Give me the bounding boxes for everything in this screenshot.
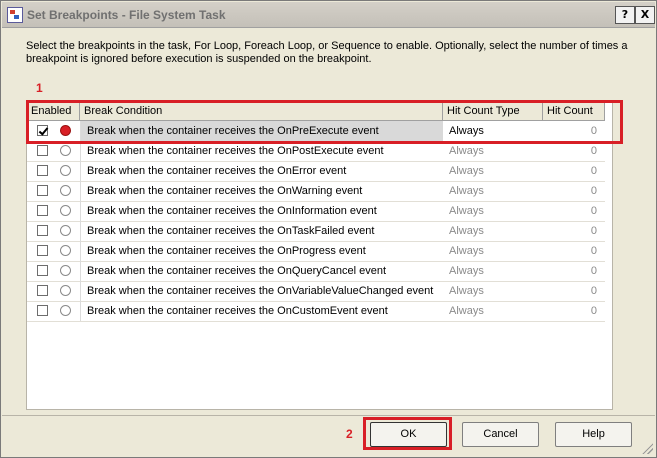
resize-grip-icon[interactable] — [641, 442, 653, 454]
break-condition-cell[interactable]: Break when the container receives the On… — [80, 121, 443, 141]
hit-count-cell[interactable]: 0 — [543, 181, 605, 201]
breakpoint-icon — [60, 145, 71, 156]
table-row[interactable]: Break when the container receives the On… — [27, 161, 605, 182]
hit-count-type-cell[interactable]: Always — [443, 241, 543, 261]
hit-count-cell[interactable]: 0 — [543, 281, 605, 301]
breakpoint-icon — [60, 125, 71, 136]
table-row[interactable]: Break when the container receives the On… — [27, 241, 605, 262]
enabled-checkbox[interactable] — [37, 245, 48, 256]
enabled-checkbox[interactable] — [37, 285, 48, 296]
instructions-text: Select the breakpoints in the task, For … — [26, 40, 628, 65]
annotation-marker-2: 2 — [346, 427, 353, 441]
hit-count-cell[interactable]: 0 — [543, 301, 605, 321]
break-condition-cell[interactable]: Break when the container receives the On… — [80, 261, 443, 281]
break-condition-cell[interactable]: Break when the container receives the On… — [80, 281, 443, 301]
enabled-checkbox[interactable] — [37, 205, 48, 216]
breakpoint-icon — [60, 205, 71, 216]
break-condition-cell[interactable]: Break when the container receives the On… — [80, 141, 443, 161]
breakpoints-grid: Enabled Break Condition Hit Count Type H… — [26, 102, 613, 410]
enabled-checkbox[interactable] — [37, 305, 48, 316]
hit-count-type-cell[interactable]: Always — [443, 181, 543, 201]
hit-count-type-cell[interactable]: Always — [443, 161, 543, 181]
cancel-button[interactable]: Cancel — [462, 422, 539, 447]
hit-count-type-cell[interactable]: Always — [443, 121, 543, 141]
hit-count-cell[interactable]: 0 — [543, 221, 605, 241]
annotation-marker-1: 1 — [36, 81, 43, 95]
hit-count-cell[interactable]: 0 — [543, 241, 605, 261]
enabled-checkbox[interactable] — [37, 165, 48, 176]
table-row[interactable]: Break when the container receives the On… — [27, 121, 605, 142]
breakpoint-icon — [60, 225, 71, 236]
table-row[interactable]: Break when the container receives the On… — [27, 261, 605, 282]
hit-count-type-cell[interactable]: Always — [443, 261, 543, 281]
breakpoint-icon — [60, 285, 71, 296]
breakpoint-icon — [60, 165, 71, 176]
breakpoint-icon — [60, 265, 71, 276]
title-bar[interactable]: Set Breakpoints - File System Task ? X — [2, 2, 655, 28]
break-condition-cell[interactable]: Break when the container receives the On… — [80, 161, 443, 181]
dialog-window: Set Breakpoints - File System Task ? X S… — [0, 0, 657, 458]
enabled-checkbox[interactable] — [37, 125, 48, 136]
table-row[interactable]: Break when the container receives the On… — [27, 301, 605, 322]
ok-button[interactable]: OK — [370, 422, 447, 447]
break-condition-cell[interactable]: Break when the container receives the On… — [80, 181, 443, 201]
table-row[interactable]: Break when the container receives the On… — [27, 141, 605, 162]
table-row[interactable]: Break when the container receives the On… — [27, 201, 605, 222]
hit-count-cell[interactable]: 0 — [543, 261, 605, 281]
hit-count-type-cell[interactable]: Always — [443, 281, 543, 301]
break-condition-cell[interactable]: Break when the container receives the On… — [80, 221, 443, 241]
table-row[interactable]: Break when the container receives the On… — [27, 281, 605, 302]
enabled-checkbox[interactable] — [37, 185, 48, 196]
header-hit-count-type[interactable]: Hit Count Type — [443, 103, 543, 120]
header-break-condition[interactable]: Break Condition — [80, 103, 443, 120]
break-condition-cell[interactable]: Break when the container receives the On… — [80, 201, 443, 221]
help-title-button[interactable]: ? — [615, 6, 635, 24]
close-button[interactable]: X — [635, 6, 655, 24]
breakpoint-icon — [60, 185, 71, 196]
hit-count-cell[interactable]: 0 — [543, 121, 605, 141]
hit-count-cell[interactable]: 0 — [543, 141, 605, 161]
app-icon — [7, 7, 23, 23]
enabled-checkbox[interactable] — [37, 265, 48, 276]
hit-count-type-cell[interactable]: Always — [443, 141, 543, 161]
table-row[interactable]: Break when the container receives the On… — [27, 221, 605, 242]
window-title: Set Breakpoints - File System Task — [27, 8, 226, 22]
hit-count-type-cell[interactable]: Always — [443, 201, 543, 221]
enabled-checkbox[interactable] — [37, 225, 48, 236]
header-hit-count[interactable]: Hit Count — [543, 103, 605, 120]
button-separator — [2, 415, 655, 416]
help-button[interactable]: Help — [555, 422, 632, 447]
table-row[interactable]: Break when the container receives the On… — [27, 181, 605, 202]
header-enabled[interactable]: Enabled — [27, 103, 80, 120]
breakpoint-icon — [60, 305, 71, 316]
hit-count-type-cell[interactable]: Always — [443, 221, 543, 241]
breakpoint-icon — [60, 245, 71, 256]
hit-count-cell[interactable]: 0 — [543, 201, 605, 221]
hit-count-cell[interactable]: 0 — [543, 161, 605, 181]
enabled-checkbox[interactable] — [37, 145, 48, 156]
break-condition-cell[interactable]: Break when the container receives the On… — [80, 301, 443, 321]
hit-count-type-cell[interactable]: Always — [443, 301, 543, 321]
break-condition-cell[interactable]: Break when the container receives the On… — [80, 241, 443, 261]
grid-header: Enabled Break Condition Hit Count Type H… — [27, 103, 605, 121]
